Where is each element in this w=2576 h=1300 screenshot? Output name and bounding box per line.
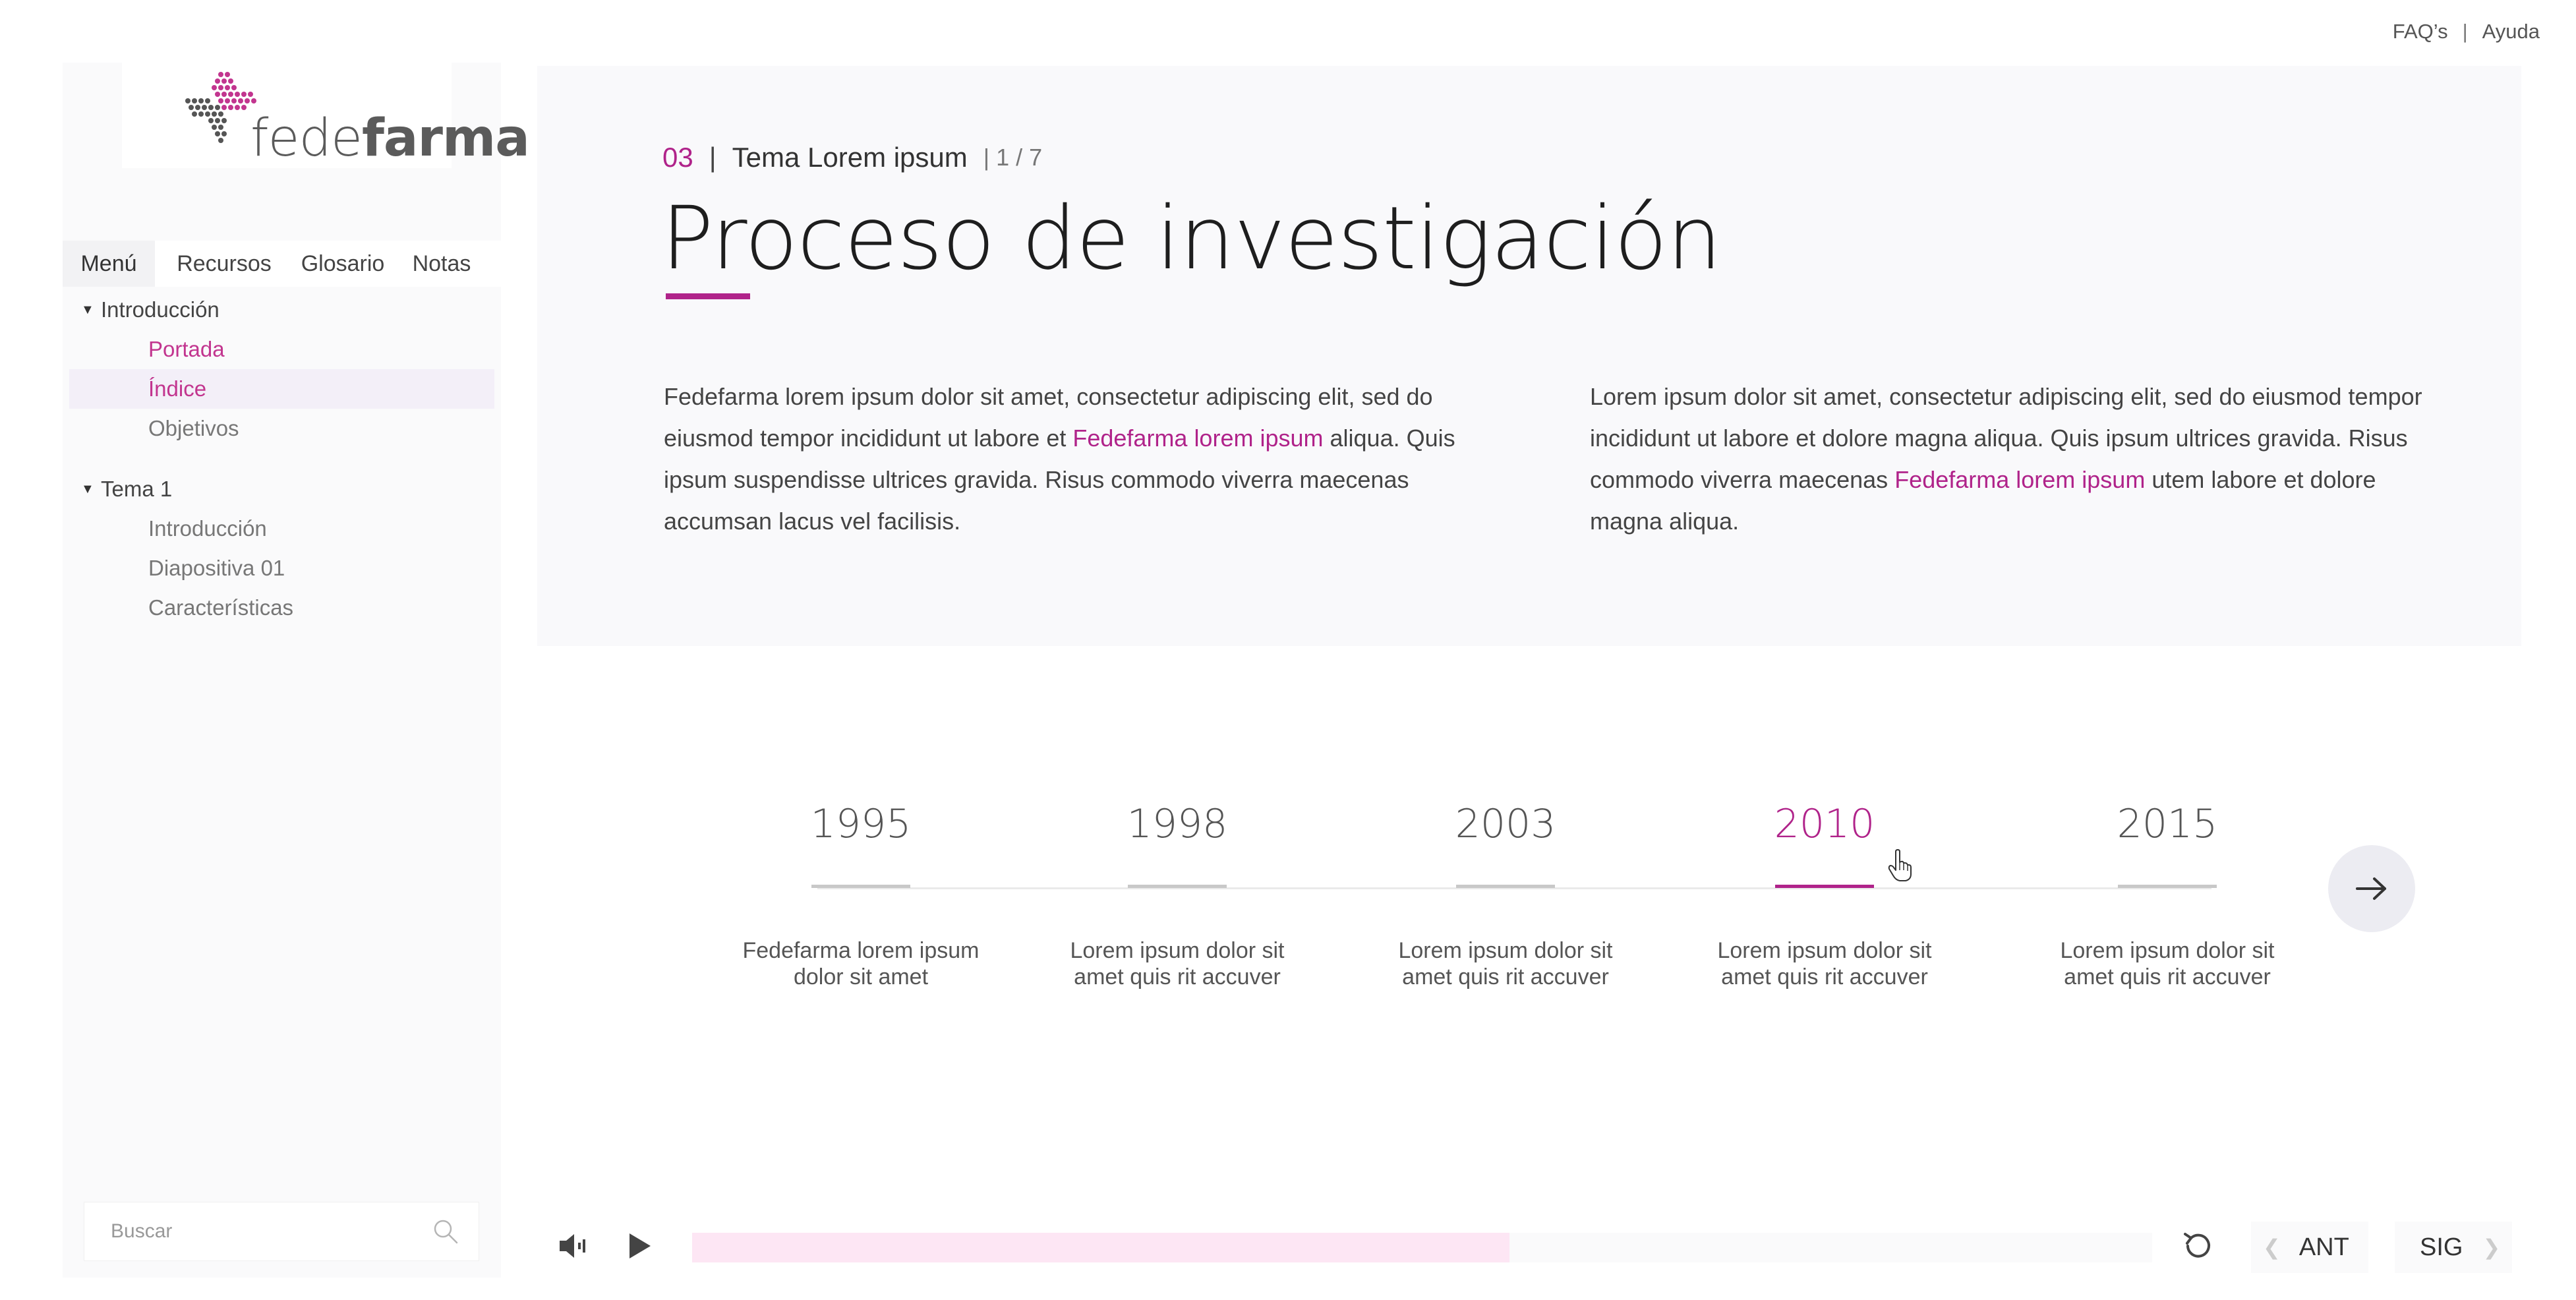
timeline-desc-line: Lorem ipsum dolor sit [2060, 938, 2275, 963]
tree-item-objetivos[interactable]: Objetivos [63, 409, 501, 448]
timeline-desc-line: dolor sit amet [793, 964, 929, 990]
replay-icon [2184, 1233, 2210, 1258]
timeline-year: 2015 [2117, 801, 2218, 847]
replay-button[interactable] [2175, 1223, 2221, 1269]
media-player: ❮ ANT SIG ❯ [537, 1216, 2528, 1276]
timeline-item-1998[interactable]: 1998 Lorem ipsum dolor sit amet quis rit… [1039, 791, 1316, 990]
search-input[interactable] [84, 1202, 427, 1260]
topic-number: 03 [662, 142, 693, 173]
timeline-year: 2010 [1774, 801, 1875, 847]
chevron-left-icon: ❮ [2263, 1235, 2281, 1259]
timeline-year: 1998 [1127, 801, 1228, 847]
menu-tree: ▼ Introducción Portada Índice Objetivos … [63, 290, 501, 628]
play-icon [629, 1233, 651, 1258]
timeline-desc-line: amet quis rit accuver [1074, 964, 1281, 990]
top-links-separator: | [2462, 20, 2468, 43]
timeline-desc-line: Lorem ipsum dolor sit [1070, 938, 1285, 963]
search-box [84, 1202, 479, 1261]
tree-item-portada[interactable]: Portada [63, 330, 501, 369]
breadcrumb: 03 | Tema Lorem ipsum | 1 / 7 [662, 142, 1042, 173]
caret-down-icon: ▼ [81, 303, 94, 317]
tree-item-caracteristicas[interactable]: Características [63, 588, 501, 628]
timeline-desc-line: Fedefarma lorem ipsum [742, 938, 980, 963]
timeline-item-2003[interactable]: 2003 Lorem ipsum dolor sit amet quis rit… [1367, 791, 1644, 990]
timeline-marker [2118, 885, 2217, 888]
tree-item-diapositiva-01[interactable]: Diapositiva 01 [63, 548, 501, 588]
timeline-item-1995[interactable]: 1995 Fedefarma lorem ipsum dolor sit ame… [722, 791, 999, 990]
timeline-item-2010[interactable]: 2010 Lorem ipsum dolor sit amet quis rit… [1686, 791, 1963, 990]
previous-label: ANT [2298, 1233, 2349, 1261]
volume-button[interactable] [550, 1223, 597, 1269]
timeline-description: Lorem ipsum dolor sit amet quis rit accu… [1367, 937, 1644, 990]
timeline-desc-line: Lorem ipsum dolor sit [1398, 938, 1613, 963]
chevron-right-icon: ❯ [2482, 1235, 2501, 1259]
tab-menu[interactable]: Menú [63, 241, 155, 287]
tree-group-label: Introducción [101, 297, 220, 322]
tree-group-intro[interactable]: ▼ Introducción [63, 290, 501, 330]
tab-notes[interactable]: Notas [392, 241, 491, 287]
paragraph-link[interactable]: Fedefarma lorem ipsum [1072, 425, 1323, 452]
timeline-description: Fedefarma lorem ipsum dolor sit amet [722, 937, 999, 990]
timeline-marker [1128, 885, 1227, 888]
timeline-desc-line: Lorem ipsum dolor sit [1717, 938, 1932, 963]
logo-wordmark: fedefarma [250, 109, 530, 168]
timeline-item-2015[interactable]: 2015 Lorem ipsum dolor sit amet quis rit… [2029, 791, 2306, 990]
timeline-marker [1456, 885, 1555, 888]
timeline: 1995 Fedefarma lorem ipsum dolor sit ame… [725, 791, 2439, 1028]
top-links: FAQ’s | Ayuda [2393, 20, 2540, 44]
help-link[interactable]: Ayuda [2482, 20, 2540, 44]
timeline-marker [811, 885, 910, 888]
progress-fill [692, 1233, 1510, 1262]
volume-icon [560, 1234, 585, 1258]
caret-down-icon: ▼ [81, 482, 94, 496]
timeline-year: 1995 [810, 801, 912, 847]
play-button[interactable] [616, 1223, 662, 1269]
timeline-description: Lorem ipsum dolor sit amet quis rit accu… [1039, 937, 1316, 990]
timeline-year: 2003 [1455, 801, 1556, 847]
intro-paragraph-left: Fedefarma lorem ipsum dolor sit amet, co… [664, 376, 1501, 542]
tree-item-introduccion[interactable]: Introducción [63, 509, 501, 548]
timeline-desc-line: amet quis rit accuver [1402, 964, 1609, 990]
tree-group-tema1[interactable]: ▼ Tema 1 [63, 469, 501, 509]
timeline-next-button[interactable] [2328, 845, 2415, 932]
timeline-desc-line: amet quis rit accuver [1721, 964, 1928, 990]
tree-item-indice[interactable]: Índice [69, 369, 494, 409]
search-icon[interactable] [432, 1218, 459, 1245]
timeline-marker [1775, 885, 1874, 888]
timeline-description: Lorem ipsum dolor sit amet quis rit accu… [2029, 937, 2306, 990]
tree-group-label: Tema 1 [101, 477, 173, 501]
next-label: SIG [2420, 1233, 2463, 1261]
title-underline [666, 293, 750, 299]
hand-cursor-icon [1888, 849, 1912, 881]
progress-bar[interactable] [692, 1233, 2152, 1262]
timeline-desc-line: amet quis rit accuver [2064, 964, 2271, 990]
faq-link[interactable]: FAQ’s [2393, 20, 2448, 44]
logo: fedefarma [122, 63, 530, 168]
sidebar-tabs: Menú Recursos Glosario Notas [63, 241, 501, 287]
logo-text-light: fede [250, 109, 363, 168]
previous-button[interactable]: ❮ ANT [2251, 1222, 2368, 1273]
page-title: Proceso de investigación [661, 188, 1722, 289]
page-counter: | 1 / 7 [983, 144, 1043, 171]
arrow-right-icon [2356, 877, 2386, 900]
intro-paragraph-right: Lorem ipsum dolor sit amet, consectetur … [1590, 376, 2447, 542]
timeline-description: Lorem ipsum dolor sit amet quis rit accu… [1686, 937, 1963, 990]
tab-resources[interactable]: Recursos [155, 241, 293, 287]
topic-name: Tema Lorem ipsum [732, 142, 968, 173]
breadcrumb-separator: | [709, 142, 717, 173]
sidebar: fedefarma Menú Recursos Glosario Notas ▼… [63, 63, 530, 1278]
paragraph-link[interactable]: Fedefarma lorem ipsum [1894, 466, 2145, 493]
logo-text-bold: farma [361, 109, 530, 168]
content-header: 03 | Tema Lorem ipsum | 1 / 7 Proceso de… [537, 66, 2521, 646]
next-button[interactable]: SIG ❯ [2395, 1222, 2512, 1273]
tab-glossary[interactable]: Glosario [293, 241, 392, 287]
